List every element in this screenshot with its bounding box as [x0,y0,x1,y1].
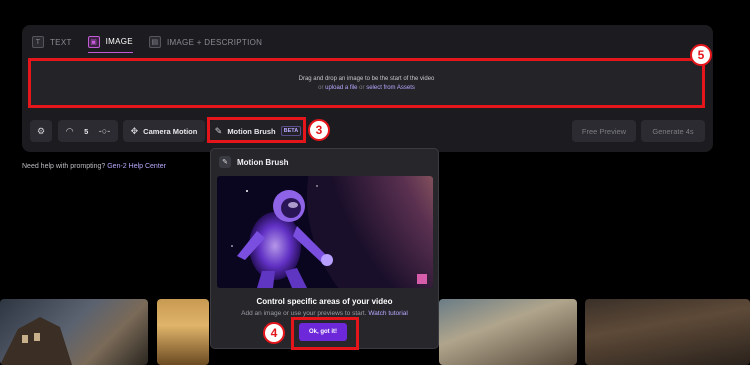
dropzone-or-1: or [318,84,324,91]
image-icon: ▣ [87,35,100,48]
popover-heading: Control specific areas of your video [256,297,393,306]
camera-motion-label: Camera Motion [143,126,198,136]
mode-tabs: T TEXT ▣ IMAGE ▤ IMAGE + DESCRIPTION [32,31,262,53]
prompt-panel: T TEXT ▣ IMAGE ▤ IMAGE + DESCRIPTION Dra… [22,25,713,152]
tab-image-description[interactable]: ▤ IMAGE + DESCRIPTION [148,31,263,53]
brush-icon: ✎ [219,156,231,168]
gallery-thumbnail[interactable] [585,299,750,365]
ok-got-it-button[interactable]: Ok, got it! [299,323,347,341]
general-motion-control[interactable]: ◠ 5 -○- [58,120,118,142]
gallery-thumbnail[interactable] [439,299,577,365]
step-badge-5: 5 [690,44,712,66]
tab-image-description-label: IMAGE + DESCRIPTION [166,37,263,47]
popover-description-text: Add an image or use your previews to sta… [241,310,367,317]
motion-value: 5 [84,126,89,136]
camera-motion-icon: ✥ [130,125,139,136]
step-badge-4: 4 [263,322,285,344]
popover-header: ✎ Motion Brush [219,156,289,168]
toolbar: ⚙ ◠ 5 -○- ✥ Camera Motion ✎ Motion Brush… [30,120,705,142]
generate-label: Generate 4s [652,126,694,136]
watch-tutorial-link[interactable]: Watch tutorial [368,310,408,317]
tab-image[interactable]: ▣ IMAGE [87,31,133,53]
astronaut-illustration [217,176,433,288]
popover-description: Add an image or use your previews to sta… [211,310,438,317]
gallery-thumbnail[interactable] [157,299,209,365]
popover-title: Motion Brush [237,157,289,167]
popover-preview-image [217,176,433,288]
image-description-icon: ▤ [148,36,161,48]
image-dropzone[interactable]: Drag and drop an image to be the start o… [28,58,705,108]
free-preview-label: Free Preview [581,126,627,136]
help-center-link[interactable]: Gen-2 Help Center [107,163,166,170]
sliders-icon: ⚙ [36,125,46,136]
free-preview-button[interactable]: Free Preview [572,120,636,142]
generate-button[interactable]: Generate 4s [641,120,705,142]
step-badge-3: 3 [308,119,330,141]
dropzone-options: or upload a file or select from Assets [318,85,415,91]
tab-text[interactable]: T TEXT [32,31,72,53]
help-prefix: Need help with prompting? [22,163,106,170]
gallery-thumbnail[interactable] [0,299,148,365]
motion-brush-highlight [207,117,306,143]
dropzone-instructions: Drag and drop an image to be the start o… [298,75,435,82]
dropzone-or-2: or [359,84,365,91]
camera-motion-button[interactable]: ✥ Camera Motion [123,120,205,142]
speedometer-icon: ◠ [65,125,74,136]
tab-image-label: IMAGE [105,37,133,46]
upload-file-link[interactable]: upload a file [325,85,357,91]
tab-text-label: TEXT [50,37,72,47]
help-text: Need help with prompting? Gen-2 Help Cen… [22,163,166,170]
settings-button[interactable]: ⚙ [30,120,52,142]
thumbnail-art [0,317,72,365]
text-icon: T [32,36,44,48]
select-assets-link[interactable]: select from Assets [366,85,415,91]
arrows-icon: -○- [98,126,111,136]
